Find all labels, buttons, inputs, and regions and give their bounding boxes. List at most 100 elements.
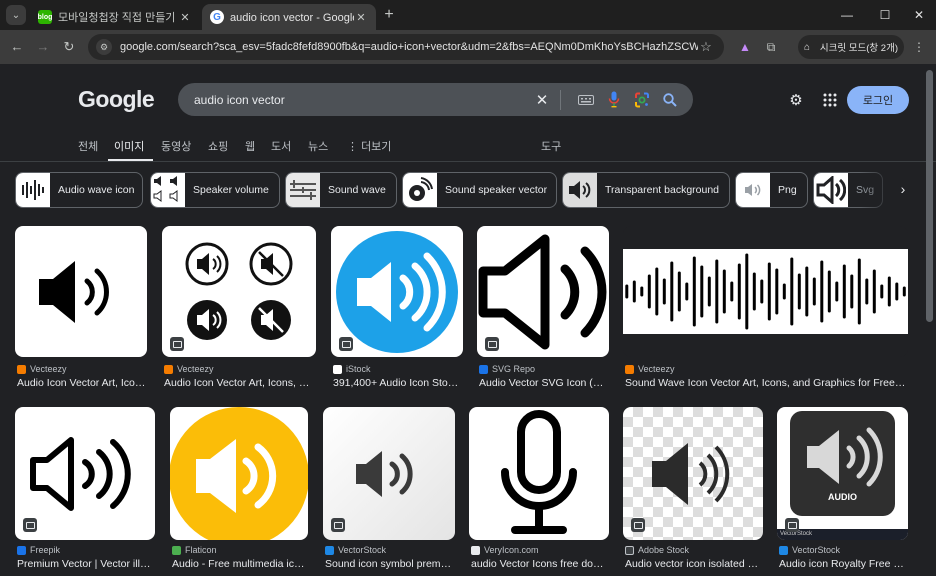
wave-bar [842, 264, 846, 319]
tab-tools[interactable]: 도구 [541, 138, 561, 154]
result-source[interactable]: VeryIcon.com [471, 545, 539, 555]
wave-bar [835, 281, 839, 302]
incognito-indicator[interactable]: ⌂ 시크릿 모드(창 2개) [798, 35, 904, 59]
google-logo[interactable]: Google [78, 86, 155, 113]
tab-news[interactable]: 뉴스 [308, 138, 328, 154]
site-info-icon[interactable]: ⚙ [96, 39, 112, 55]
vectorstock-favicon [325, 545, 334, 555]
result-title[interactable]: Sound Wave Icon Vector Art, Icons, and G… [625, 377, 907, 389]
result-title[interactable]: Premium Vector | Vector illustration [17, 558, 153, 570]
back-icon[interactable]: ← [8, 38, 26, 56]
tab-search-chevron-icon[interactable]: ⌄ [6, 5, 26, 25]
image-badge-icon [785, 518, 799, 532]
divider [0, 161, 936, 162]
vecteezy-favicon [625, 364, 634, 374]
speaker-light-icon [736, 173, 770, 207]
chevron-right-icon[interactable]: › [895, 181, 911, 199]
tab-books[interactable]: 도서 [271, 138, 291, 154]
bookmark-star-icon[interactable]: ☆ [698, 39, 714, 55]
chip-sound-speaker-vector[interactable]: Sound speaker vector [402, 172, 557, 208]
result-image[interactable] [15, 226, 147, 357]
close-icon[interactable]: ✕ [178, 11, 192, 24]
waveform-icon [16, 173, 50, 207]
apps-grid-icon[interactable] [820, 90, 840, 110]
chip-speaker-volume[interactable]: Speaker volume [150, 172, 280, 208]
close-icon[interactable]: ✕ [354, 11, 368, 24]
result-image[interactable] [623, 226, 908, 357]
wave-bar [625, 284, 629, 299]
result-source[interactable]: Vecteezy [17, 364, 67, 374]
result-source[interactable]: Vecteezy [625, 364, 675, 374]
naver-blog-icon: blog [38, 10, 52, 24]
result-title[interactable]: audio Vector Icons free download [471, 558, 607, 570]
address-url[interactable]: google.com/search?sca_esv=5fadc8fefd8900… [120, 41, 698, 53]
result-image[interactable] [469, 407, 609, 540]
search-nav-tabs: 전체 이미지 동영상 쇼핑 웹 도서 뉴스 ⋮ 더보기 도구 [0, 135, 936, 161]
microphone-icon[interactable] [603, 90, 625, 110]
wave-bar [722, 269, 726, 314]
chip-label: Sound wave [328, 184, 386, 196]
wave-bar [797, 273, 801, 310]
result-title[interactable]: Audio vector icon isolated on transparen… [625, 558, 761, 570]
result-source[interactable]: Flaticon [172, 545, 217, 555]
result-title[interactable]: Audio Icon Vector Art, Icons, and Graphi… [17, 377, 147, 389]
extension-icon[interactable]: ▲ [736, 38, 754, 56]
result-image[interactable] [170, 407, 308, 540]
result-title[interactable]: Sound icon symbol premium vector [325, 558, 453, 570]
speaker-grid-icon [151, 173, 185, 207]
result-title[interactable]: Audio Icon Vector Art, Icons, and Graphi… [164, 377, 314, 389]
forward-icon[interactable]: → [34, 38, 52, 56]
new-tab-button[interactable]: + [380, 6, 398, 24]
result-source[interactable]: iStock [333, 364, 371, 374]
result-title[interactable]: Audio Vector SVG Icon (12) - SVG Repo [479, 377, 609, 389]
tab-all[interactable]: 전체 [78, 138, 98, 154]
wave-bar [692, 256, 696, 327]
wave-bar [827, 270, 831, 313]
keyboard-icon[interactable] [575, 90, 597, 110]
result-title[interactable]: 391,400+ Audio Icon Stock Illustrations [333, 377, 463, 389]
google-lens-icon[interactable] [631, 90, 653, 110]
tab-blog[interactable]: blog 모바일청첩장 직접 만들기 with ✕ [30, 4, 200, 30]
flaticon-favicon [172, 545, 181, 555]
settings-gear-icon[interactable]: ⚙ [786, 90, 806, 110]
result-source[interactable]: Freepik [17, 545, 60, 555]
result-source[interactable]: VectorStock [779, 545, 840, 555]
result-title[interactable]: Audio icon Royalty Free Vector Image [779, 558, 907, 570]
tab-more[interactable]: ⋮ 더보기 [347, 138, 391, 154]
tab-videos[interactable]: 동영상 [161, 138, 191, 154]
result-source[interactable]: Adobe Stock [625, 545, 689, 555]
login-button[interactable]: 로그인 [847, 86, 909, 114]
chip-sound-wave[interactable]: Sound wave [285, 172, 397, 208]
window-close-icon[interactable]: ✕ [904, 6, 934, 24]
result-source[interactable]: SVG Repo [479, 364, 535, 374]
clear-icon[interactable]: ✕ [532, 91, 552, 109]
tab-google-search[interactable]: G audio icon vector - Google 검색 ✕ [202, 4, 376, 30]
search-icon[interactable] [659, 90, 681, 110]
reload-icon[interactable]: ↻ [60, 38, 78, 56]
scrollbar-thumb[interactable] [926, 70, 933, 322]
tab-shopping[interactable]: 쇼핑 [208, 138, 228, 154]
chip-audio-wave-icon[interactable]: Audio wave icon [15, 172, 143, 208]
address-bar[interactable]: ⚙ google.com/search?sca_esv=5fadc8fefd89… [88, 34, 724, 60]
search-input[interactable] [192, 91, 532, 108]
minimize-icon[interactable]: — [832, 6, 862, 24]
wave-bar [767, 262, 771, 321]
chip-label: Png [778, 184, 797, 196]
tab-title: 모바일청첩장 직접 만들기 with [58, 12, 178, 24]
extensions-puzzle-icon[interactable]: ⧉ [762, 38, 780, 56]
wave-bar [872, 269, 876, 314]
chip-png[interactable]: Png [735, 172, 808, 208]
menu-dots-icon[interactable]: ⋮ [910, 38, 928, 56]
chip-transparent-background[interactable]: Transparent background [562, 172, 730, 208]
tab-more-label: 더보기 [361, 141, 392, 153]
tab-images[interactable]: 이미지 [114, 138, 144, 154]
result-image[interactable] [162, 226, 316, 357]
maximize-icon[interactable]: ☐ [870, 6, 900, 24]
image-badge-icon [170, 337, 184, 351]
result-source[interactable]: VectorStock [325, 545, 386, 555]
result-title[interactable]: Audio - Free multimedia icons [172, 558, 308, 570]
chip-label: Speaker volume [193, 184, 269, 196]
result-source[interactable]: Vecteezy [164, 364, 214, 374]
tab-web[interactable]: 웹 [245, 138, 255, 154]
source-name: Adobe Stock [638, 545, 690, 555]
